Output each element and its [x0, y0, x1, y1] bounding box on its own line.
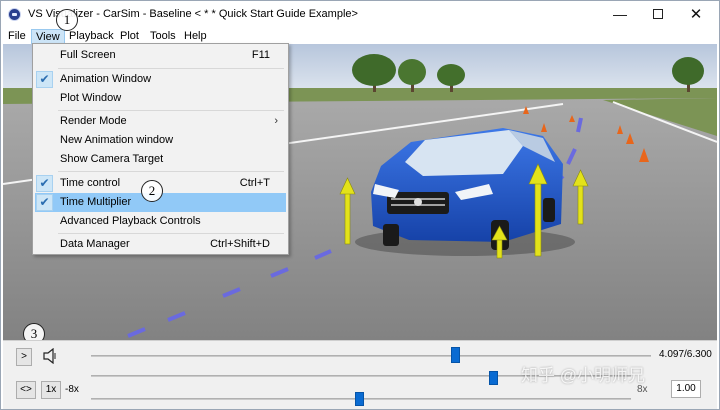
menu-item-render-mode[interactable]: Render Mode › [35, 112, 286, 131]
menu-item-advanced-playback-controls[interactable]: Advanced Playback Controls [35, 212, 286, 231]
menu-item-label: Full Screen [60, 49, 116, 61]
view-menu-dropdown: Full Screen F11 ✔ Animation Window Plot … [32, 43, 289, 255]
menu-separator [58, 110, 284, 111]
menu-help[interactable]: Help [180, 29, 211, 44]
multiplier-slider-track[interactable] [91, 375, 631, 377]
maximize-button[interactable] [641, 4, 675, 26]
time-readout: 4.097/6.300 [659, 349, 712, 360]
menu-item-label: Plot Window [60, 92, 122, 104]
menu-separator [58, 233, 284, 234]
menu-item-label: Render Mode [60, 115, 127, 127]
callout-1: 1 [56, 9, 78, 31]
menu-separator [58, 171, 284, 172]
playback-controls: > 4.097/6.300 <> 1x -8x 8x 1.00 [3, 340, 717, 409]
menu-bar: File View Playback Plot Tools Help [1, 28, 719, 44]
multiplier-slider-thumb[interactable] [489, 371, 498, 385]
menu-item-shortcut: F11 [251, 49, 270, 61]
minimize-button[interactable]: — [603, 4, 637, 26]
menu-item-label: New Animation window [60, 134, 174, 146]
time-slider-thumb[interactable] [450, 347, 460, 363]
menu-separator [58, 68, 284, 69]
app-icon [8, 8, 21, 21]
menu-item-label: Time Multiplier [60, 196, 132, 208]
menu-item-shortcut: Ctrl+T [239, 177, 270, 189]
multiplier-thumb-secondary[interactable] [355, 392, 364, 406]
menu-file[interactable]: File [4, 29, 30, 44]
checkmark-icon: ✔ [36, 194, 53, 211]
speaker-icon[interactable] [43, 348, 57, 364]
menu-item-full-screen[interactable]: Full Screen F11 [35, 46, 286, 65]
submenu-arrow-icon: › [274, 115, 278, 127]
multiplier-min-label: -8x [65, 384, 79, 395]
menu-item-label: Show Camera Target [60, 153, 164, 165]
menu-item-label: Animation Window [60, 73, 152, 85]
loop-button[interactable]: <> [16, 381, 36, 399]
menu-item-plot-window[interactable]: Plot Window [35, 89, 286, 108]
maximize-icon [653, 9, 663, 20]
checkmark-icon: ✔ [36, 71, 53, 88]
menu-item-new-animation-window[interactable]: New Animation window [35, 131, 286, 150]
menu-item-show-camera-target[interactable]: Show Camera Target [35, 150, 286, 169]
menu-item-label: Advanced Playback Controls [60, 215, 201, 227]
menu-tools[interactable]: Tools [146, 29, 180, 44]
checkmark-icon: ✔ [36, 175, 53, 192]
menu-playback[interactable]: Playback [65, 29, 118, 44]
visualizer-window: VS Visualizer - CarSim - Baseline < * * … [0, 0, 720, 410]
speed-reset-button[interactable]: 1x [41, 381, 61, 399]
play-button[interactable]: > [16, 348, 32, 366]
menu-item-label: Time control [60, 177, 121, 189]
menu-view[interactable]: View [31, 29, 65, 44]
time-slider-track[interactable] [91, 355, 651, 357]
callout-2: 2 [141, 180, 163, 202]
menu-item-label: Data Manager [60, 238, 130, 250]
menu-item-animation-window[interactable]: ✔ Animation Window [35, 70, 286, 89]
menu-plot[interactable]: Plot [116, 29, 143, 44]
close-button[interactable]: ✕ [679, 4, 713, 26]
menu-item-data-manager[interactable]: Data Manager Ctrl+Shift+D [35, 235, 286, 254]
menu-item-shortcut: Ctrl+Shift+D [210, 238, 270, 250]
multiplier-value-field[interactable]: 1.00 [671, 380, 701, 398]
multiplier-max-label: 8x [637, 384, 648, 395]
title-bar: VS Visualizer - CarSim - Baseline < * * … [1, 1, 719, 28]
